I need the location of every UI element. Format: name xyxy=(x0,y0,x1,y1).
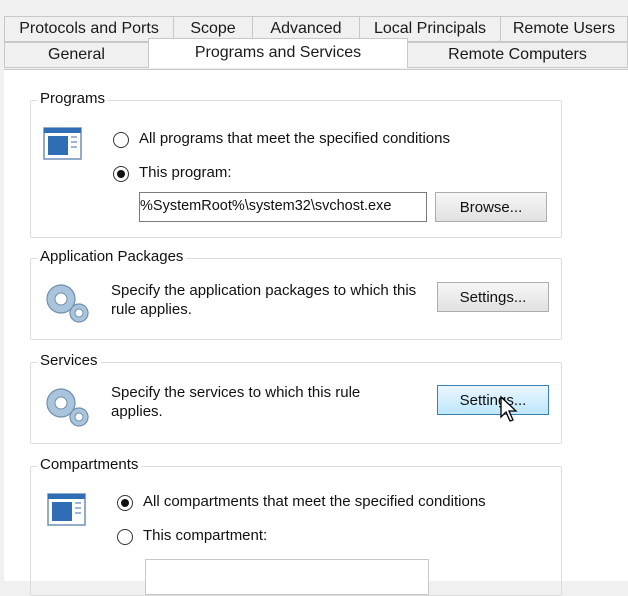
all-compartments-label[interactable]: All compartments that meet the specified… xyxy=(143,493,486,510)
tab-general[interactable]: General xyxy=(4,42,149,68)
services-description: Specify the services to which this rule … xyxy=(111,384,361,420)
tab-label: Local Principals xyxy=(373,20,487,37)
application-packages-legend: Application Packages xyxy=(37,248,187,265)
program-window-icon xyxy=(43,127,82,160)
programs-group: Programs All programs that meet the spec… xyxy=(30,90,562,238)
this-program-radio[interactable] xyxy=(113,166,129,182)
services-group: Services Specify the services to which t… xyxy=(30,352,562,444)
tab-remote-users[interactable]: Remote Users xyxy=(500,16,628,42)
programs-and-services-panel: Programs All programs that meet the spec… xyxy=(4,69,628,596)
program-path-input[interactable]: %SystemRoot%\system32\svchost.exe xyxy=(139,192,427,222)
this-program-label[interactable]: This program: xyxy=(139,164,232,181)
services-legend: Services xyxy=(37,352,101,369)
tab-label: Protocols and Ports xyxy=(19,20,159,37)
compartment-input[interactable] xyxy=(145,559,429,595)
programs-legend: Programs xyxy=(37,90,109,107)
compartment-window-icon xyxy=(47,493,86,526)
tab-label: Advanced xyxy=(270,20,342,37)
compartments-legend: Compartments xyxy=(37,456,142,473)
tab-label: General xyxy=(48,46,105,63)
tab-label: Remote Users xyxy=(512,20,616,37)
tab-label: Scope xyxy=(190,20,236,37)
tab-programs-and-services[interactable]: Programs and Services xyxy=(148,38,408,68)
services-settings-button[interactable]: Settings... xyxy=(437,385,549,415)
all-programs-label[interactable]: All programs that meet the specified con… xyxy=(139,130,450,147)
gears-icon xyxy=(46,284,89,323)
application-packages-group: Application Packages Specify the applica… xyxy=(30,248,562,340)
gears-icon xyxy=(46,388,89,427)
settings-button-label: Settings... xyxy=(459,288,527,306)
browse-button-label: Browse... xyxy=(459,198,523,216)
this-compartment-radio[interactable] xyxy=(117,529,133,545)
all-compartments-radio[interactable] xyxy=(117,495,133,511)
tab-label: Remote Computers xyxy=(448,46,587,63)
program-path-value: %SystemRoot%\system32\svchost.exe xyxy=(140,198,392,214)
tab-remote-computers[interactable]: Remote Computers xyxy=(407,42,628,68)
compartments-group: Compartments All compartments that meet … xyxy=(30,456,562,596)
mouse-cursor-icon xyxy=(500,395,518,422)
browse-button[interactable]: Browse... xyxy=(435,192,547,222)
all-programs-radio[interactable] xyxy=(113,132,129,148)
this-compartment-label[interactable]: This compartment: xyxy=(143,527,267,544)
application-packages-settings-button[interactable]: Settings... xyxy=(437,282,549,312)
tab-label: Programs and Services xyxy=(194,44,362,61)
application-packages-description: Specify the application packages to whic… xyxy=(111,282,417,318)
